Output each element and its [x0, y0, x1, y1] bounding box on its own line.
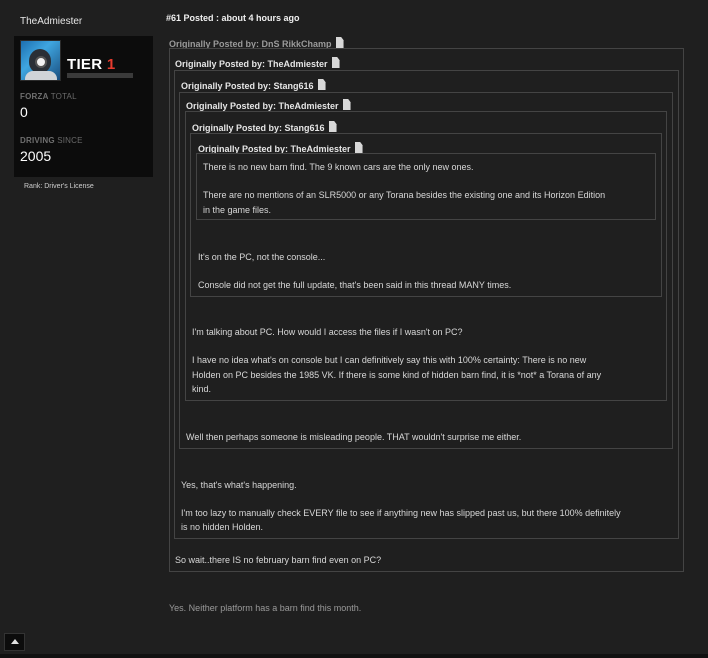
user-rank: Rank: Driver's License	[24, 183, 94, 190]
arrow-up-icon	[11, 639, 19, 644]
avatar-eye	[35, 56, 47, 68]
tier-badge: TIER 1	[67, 56, 116, 73]
quote-text: It's on the PC, not the console...	[198, 252, 326, 262]
driving-label: DRIVING	[20, 136, 55, 145]
tier-label: TIER	[67, 56, 103, 73]
quote-text: I have no idea what's on console but I c…	[192, 355, 587, 365]
driving-sub-label: SINCE	[57, 136, 83, 145]
document-icon[interactable]	[354, 142, 363, 153]
quote-text: So wait..there IS no february barn find …	[175, 555, 382, 565]
bottom-bar	[0, 654, 708, 658]
post-reply-text: Yes. Neither platform has a barn find th…	[169, 603, 362, 613]
quote-text: There are no mentions of an SLR5000 or a…	[203, 190, 606, 200]
forza-total-value: 0	[20, 104, 28, 120]
quote-author: Originally Posted by: TheAdmiester	[186, 101, 339, 111]
quote-header: Originally Posted by: TheAdmiester	[175, 57, 340, 69]
quote-text: in the game files.	[203, 205, 272, 215]
avatar-body	[25, 71, 57, 80]
document-icon[interactable]	[317, 79, 326, 90]
quote-header: Originally Posted by: Stang616	[192, 121, 337, 133]
document-icon[interactable]	[335, 37, 344, 48]
quote-author: Originally Posted by: Stang616	[192, 123, 325, 133]
post-header: #61 Posted : about 4 hours ago	[166, 13, 300, 23]
username-link[interactable]: TheAdmiester	[20, 16, 82, 27]
quote-text: kind.	[192, 384, 212, 394]
forza-sub-label: TOTAL	[50, 92, 77, 101]
quote-text: There is no new barn find. The 9 known c…	[203, 162, 474, 172]
quote-text: Well then perhaps someone is misleading …	[186, 432, 522, 442]
user-card: TIER 1 FORZA TOTAL 0 DRIVING SINCE 2005	[14, 36, 153, 177]
driving-since-value: 2005	[20, 148, 52, 164]
forza-total-label: FORZA TOTAL	[20, 92, 77, 101]
quote-author: Originally Posted by: TheAdmiester	[175, 59, 328, 69]
quote-text: is no hidden Holden.	[181, 522, 264, 532]
quote-header: Originally Posted by: TheAdmiester	[186, 99, 351, 111]
quote-text: Holden on PC besides the 1985 VK. If the…	[192, 370, 602, 380]
avatar[interactable]	[20, 40, 61, 81]
quote-text: Console did not get the full update, tha…	[198, 280, 512, 290]
quote-header: Originally Posted by: Stang616	[181, 79, 326, 91]
document-icon[interactable]	[342, 99, 351, 110]
document-icon[interactable]	[331, 57, 340, 68]
tier-progress-bar	[67, 73, 133, 78]
quote-text: Yes, that's what's happening.	[181, 480, 297, 490]
quote-author: Originally Posted by: Stang616	[181, 81, 314, 91]
forza-label: FORZA	[20, 92, 49, 101]
document-icon[interactable]	[328, 121, 337, 132]
user-sidebar: TheAdmiester TIER 1 FORZA TOTAL 0 DRIVIN…	[0, 0, 160, 658]
tier-number: 1	[106, 56, 116, 73]
scroll-to-top-button[interactable]	[4, 633, 25, 651]
driving-since-label: DRIVING SINCE	[20, 136, 83, 145]
quote-text: I'm talking about PC. How would I access…	[192, 327, 463, 337]
quote-text: I'm too lazy to manually check EVERY fil…	[181, 508, 621, 518]
